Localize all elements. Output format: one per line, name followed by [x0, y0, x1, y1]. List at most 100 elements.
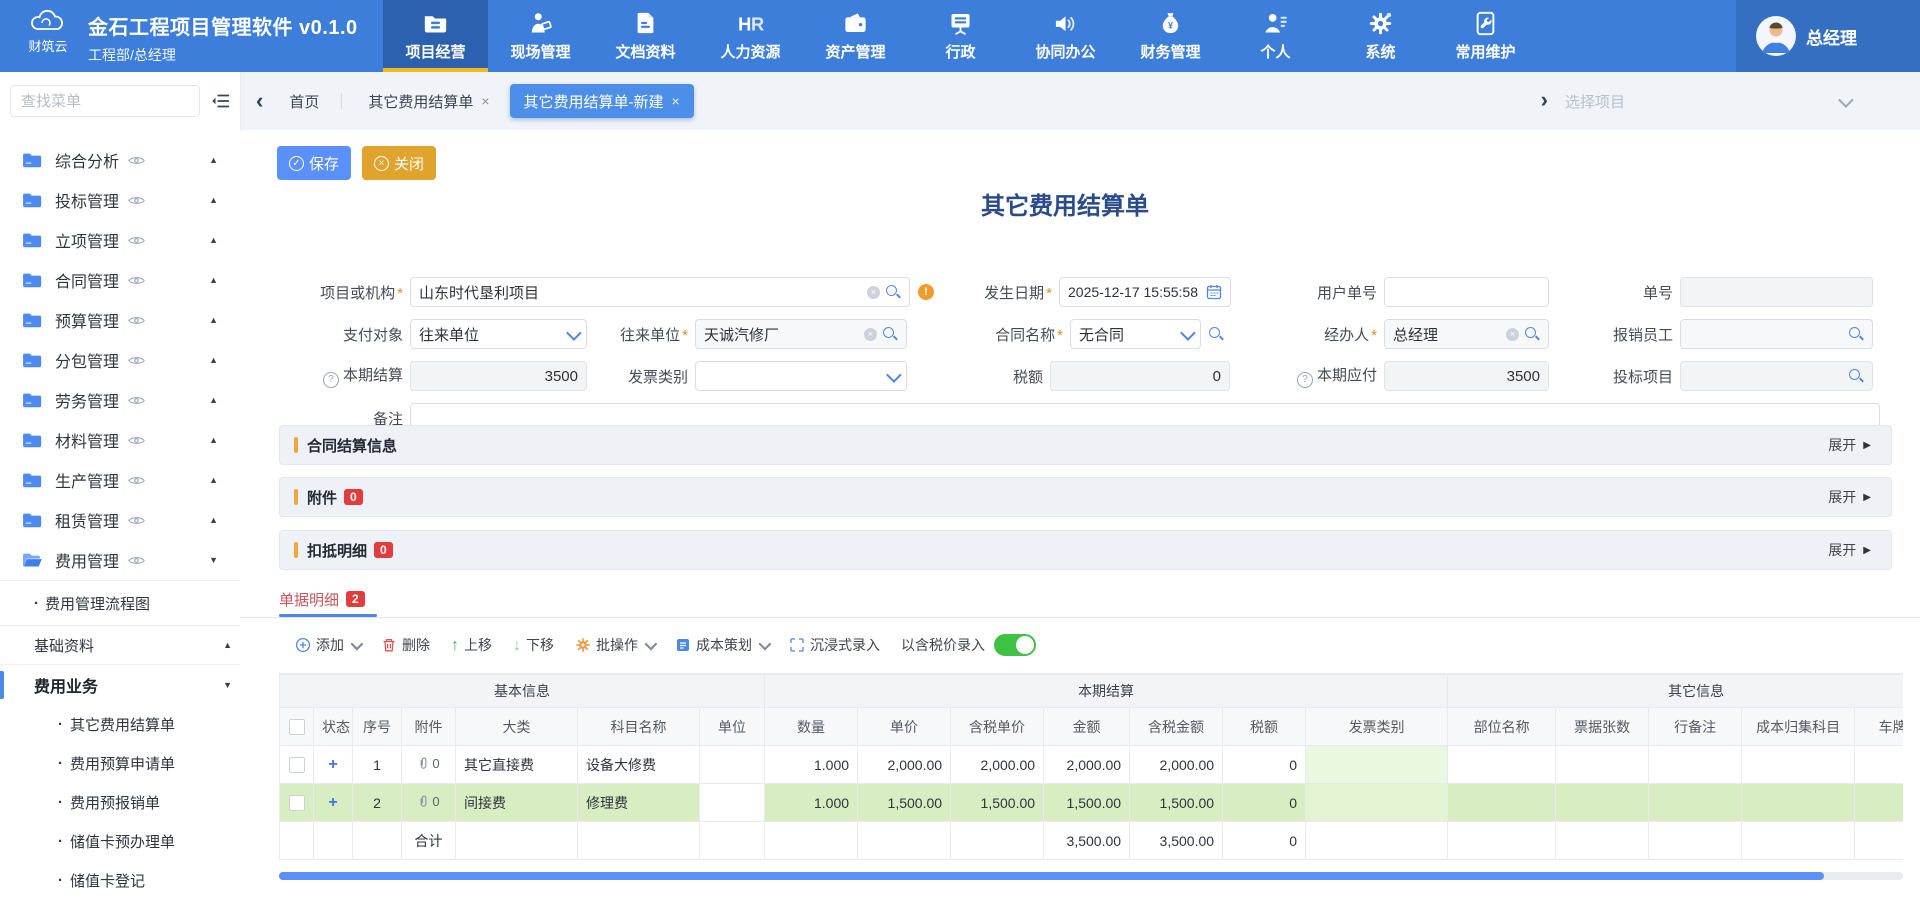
row-checkbox[interactable] [289, 757, 305, 773]
sidebar-item-4[interactable]: 预算管理▲ [0, 300, 240, 340]
row-status-icon[interactable]: + [328, 756, 337, 773]
project-select[interactable]: 选择项目 [1565, 86, 1850, 116]
panel-toolbar-button[interactable]: 成本策划 [675, 635, 768, 655]
table-cell[interactable]: 1.000 [765, 746, 858, 784]
table-cell[interactable] [1448, 784, 1556, 822]
collapse-sidebar-icon[interactable] [210, 90, 232, 112]
help-icon[interactable]: ? [1297, 372, 1313, 388]
table-cell[interactable]: 1,500.00 [951, 784, 1044, 822]
tab-home[interactable]: 首页 [289, 91, 319, 112]
expand-button[interactable]: 展开 [1828, 435, 1856, 455]
eye-icon[interactable] [128, 475, 145, 486]
expand-button[interactable]: 展开 [1828, 487, 1856, 507]
tab-document-detail[interactable]: 单据明细 2 [279, 582, 365, 616]
nav-item-hr[interactable]: HR人力资源 [698, 0, 803, 72]
immersive-toolbar-button[interactable]: 沉浸式录入 [789, 635, 880, 655]
trash-toolbar-button[interactable]: 删除 [381, 635, 430, 655]
close-tab-icon[interactable]: × [672, 93, 680, 109]
table-cell[interactable] [1306, 746, 1448, 784]
table-cell[interactable]: 0 [1223, 746, 1306, 784]
tax-inclusive-toggle[interactable] [994, 634, 1036, 656]
sidebar-item-0[interactable]: 综合分析▲ [0, 140, 240, 180]
table-cell[interactable] [1556, 746, 1649, 784]
project-input[interactable]: 山东时代垦利项目 × [410, 277, 910, 307]
user-menu[interactable]: 总经理 [1736, 0, 1920, 72]
table-row[interactable]: +20间接费修理费1.0001,500.001,500.001,500.001,… [280, 784, 1904, 822]
table-cell[interactable] [1448, 746, 1556, 784]
table-cell[interactable] [1855, 746, 1903, 784]
eye-icon[interactable] [128, 395, 145, 406]
table-cell[interactable] [1742, 746, 1855, 784]
table-cell[interactable]: 1,500.00 [858, 784, 951, 822]
nav-item-doc[interactable]: 文档资料 [593, 0, 698, 72]
table-cell[interactable]: 2,000.00 [951, 746, 1044, 784]
table-cell[interactable]: 间接费 [456, 784, 578, 822]
expand-button[interactable]: 展开 [1828, 540, 1856, 560]
eye-icon[interactable] [128, 155, 145, 166]
close-button[interactable]: × 关闭 [362, 146, 436, 180]
sidebar-item-3[interactable]: 合同管理▲ [0, 260, 240, 300]
sidebar-item-10[interactable]: 费用管理▼ [0, 540, 240, 580]
table-cell[interactable]: 1.000 [765, 784, 858, 822]
table-cell[interactable]: 0 [1223, 784, 1306, 822]
table-cell[interactable]: 1,500.00 [1044, 784, 1130, 822]
table-cell[interactable]: 修理费 [578, 784, 700, 822]
lookup-icon[interactable] [1849, 369, 1864, 384]
counterparty-input[interactable]: 天诚汽修厂 × [695, 319, 907, 349]
close-tab-icon[interactable]: × [481, 93, 489, 109]
nav-item-moneybag[interactable]: ¥财务管理 [1118, 0, 1223, 72]
plus-toolbar-button[interactable]: 添加 [295, 635, 360, 655]
table-cell[interactable] [1742, 784, 1855, 822]
nav-item-person[interactable]: 个人 [1223, 0, 1328, 72]
nav-item-gear[interactable]: 系统 [1328, 0, 1433, 72]
tabs-scroll-left-icon[interactable]: ‹ [256, 90, 263, 112]
sidebar-item-expense-child-3[interactable]: 储值卡预办理单 [0, 822, 240, 861]
sidebar-item-5[interactable]: 分包管理▲ [0, 340, 240, 380]
clear-icon[interactable]: × [867, 286, 880, 299]
sidebar-item-expense-child-4[interactable]: 储值卡登记 [0, 861, 240, 900]
eye-icon[interactable] [128, 355, 145, 366]
nav-item-monitor[interactable]: 行政 [908, 0, 1013, 72]
sidebar-item-expense-child-0[interactable]: 其它费用结算单 [0, 705, 240, 744]
save-button[interactable]: ✓ 保存 [277, 146, 351, 180]
issue-date-input[interactable]: 2025-12-17 15:55:58 [1059, 277, 1231, 307]
sidebar-item-1[interactable]: 投标管理▲ [0, 180, 240, 220]
horizontal-scrollbar[interactable] [279, 872, 1903, 880]
eye-icon[interactable] [128, 275, 145, 286]
nav-item-site[interactable]: 现场管理 [488, 0, 593, 72]
table-cell[interactable]: 2,000.00 [1130, 746, 1223, 784]
table-row[interactable]: +10其它直接费设备大修费1.0002,000.002,000.002,000.… [280, 746, 1904, 784]
nav-item-speaker[interactable]: 协同办公 [1013, 0, 1118, 72]
table-cell[interactable] [1855, 784, 1903, 822]
sidebar-item-2[interactable]: 立项管理▲ [0, 220, 240, 260]
table-cell[interactable]: 1 [353, 746, 402, 784]
row-status-icon[interactable]: + [328, 794, 337, 811]
eye-icon[interactable] [128, 515, 145, 526]
sidebar-item-expense-child-2[interactable]: 费用预报销单 [0, 783, 240, 822]
menu-search-input[interactable] [10, 85, 200, 117]
expand-arrow-icon[interactable]: ▶ [1863, 492, 1871, 503]
down-toolbar-button[interactable]: ↓下移 [513, 635, 554, 655]
section-contract-settlement[interactable]: 合同结算信息 展开 ▶ [279, 425, 1892, 465]
expand-arrow-icon[interactable]: ▶ [1863, 545, 1871, 556]
tab-document-2[interactable]: 其它费用结算单-新建× [510, 84, 694, 118]
table-cell[interactable] [1649, 784, 1742, 822]
reimburser-input[interactable] [1680, 319, 1873, 349]
sidebar-item-6[interactable]: 劳务管理▲ [0, 380, 240, 420]
eye-icon[interactable] [128, 435, 145, 446]
help-icon[interactable]: ? [323, 372, 339, 388]
eye-icon[interactable] [128, 235, 145, 246]
table-cell[interactable]: 2 [353, 784, 402, 822]
sidebar-item-7[interactable]: 材料管理▲ [0, 420, 240, 460]
scrollbar-thumb[interactable] [279, 872, 1824, 880]
sidebar-item-8[interactable]: 生产管理▲ [0, 460, 240, 500]
gearO-toolbar-button[interactable]: 批操作 [575, 635, 654, 655]
tabs-scroll-right-icon[interactable]: › [1541, 89, 1548, 111]
lookup-icon[interactable] [883, 327, 898, 342]
select-all-checkbox[interactable] [289, 719, 305, 735]
section-deduction-detail[interactable]: 扣抵明细 0 展开 ▶ [279, 530, 1892, 570]
table-cell[interactable] [1556, 784, 1649, 822]
sidebar-item-expense-flowchart[interactable]: 费用管理流程图 [0, 580, 240, 626]
tab-document-1[interactable]: 其它费用结算单× [368, 91, 489, 112]
eye-icon[interactable] [128, 315, 145, 326]
